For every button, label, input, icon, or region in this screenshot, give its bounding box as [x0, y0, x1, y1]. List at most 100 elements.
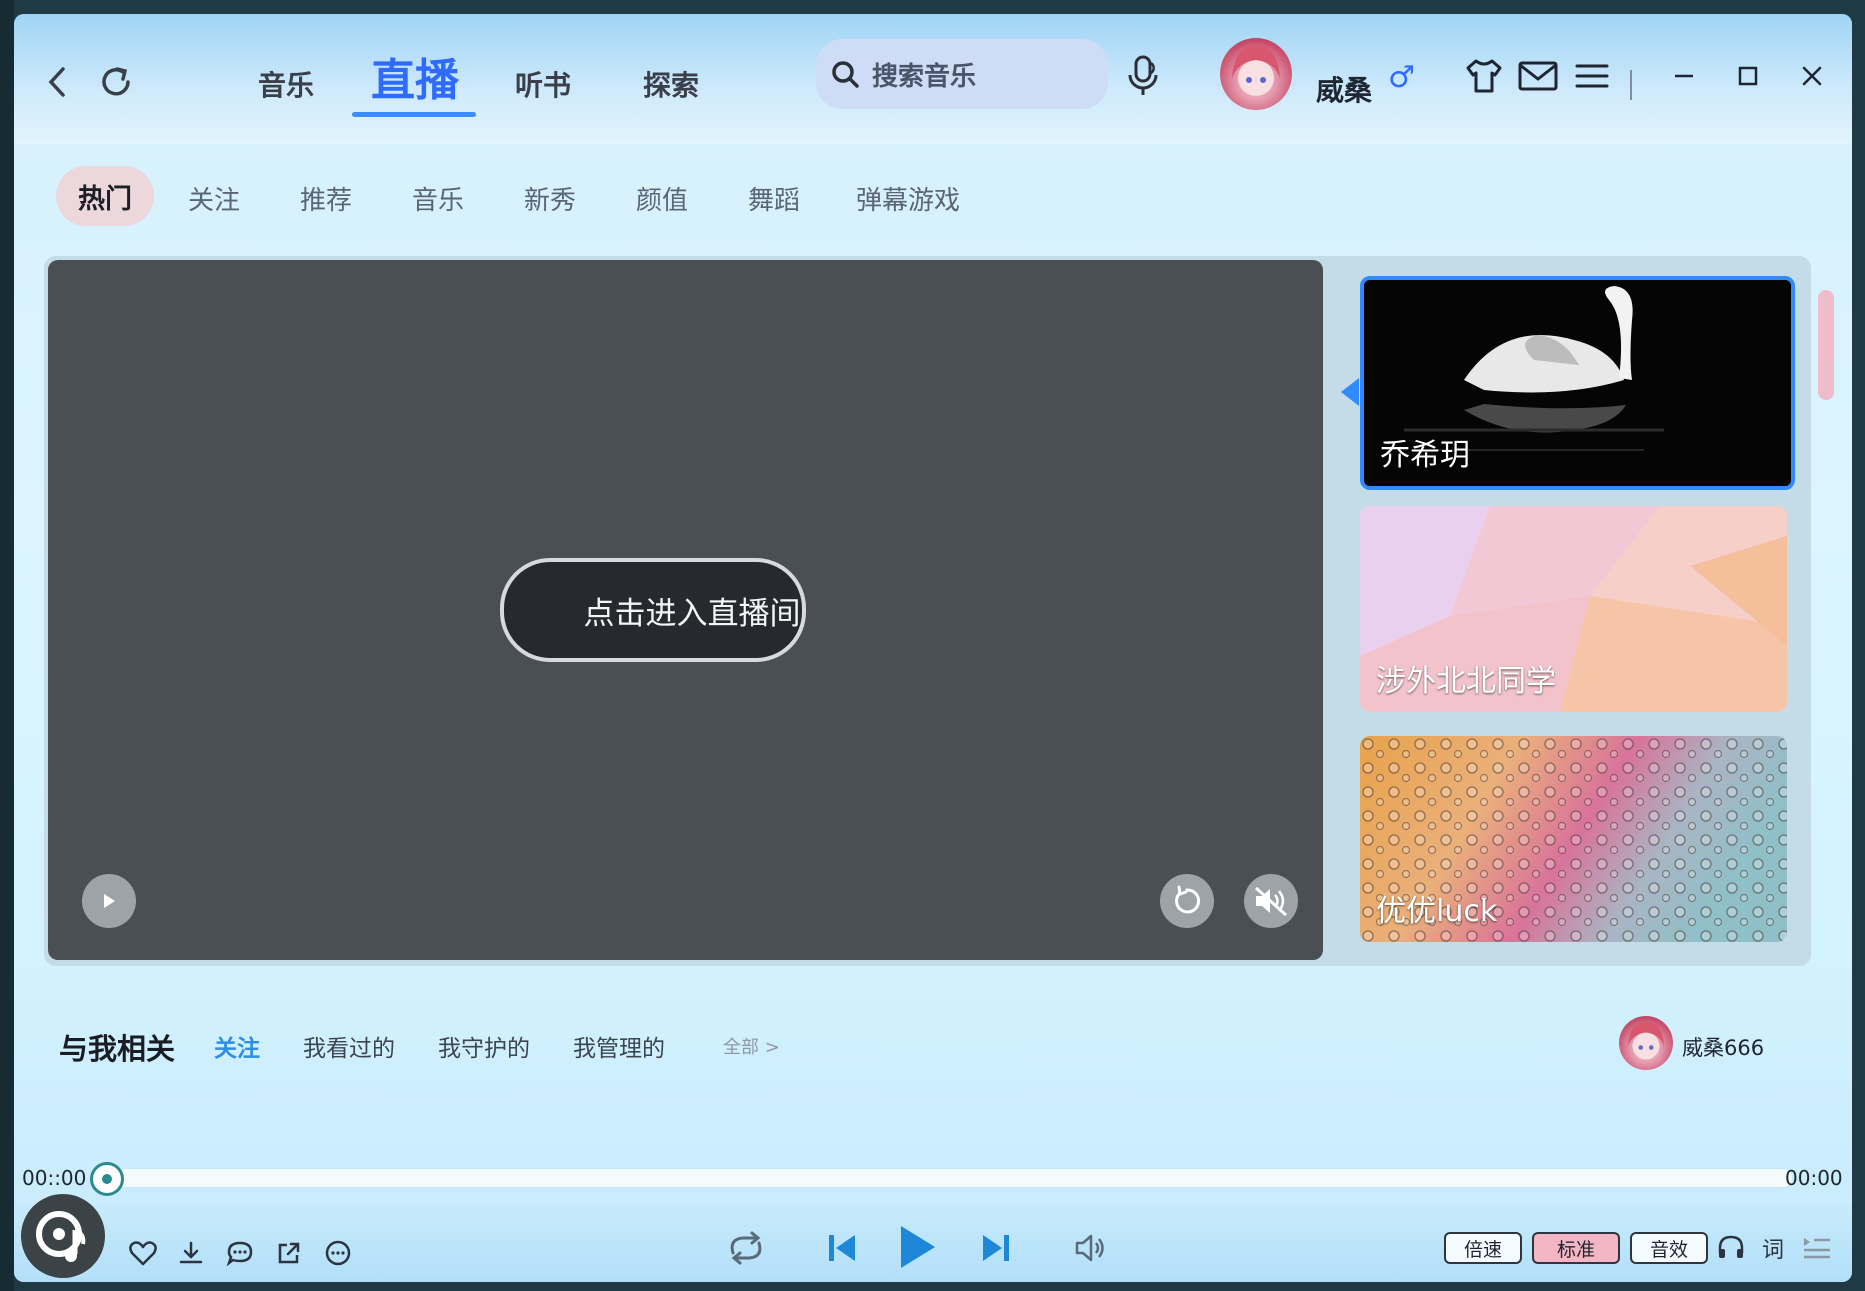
sound-effect-button[interactable]: 音效	[1630, 1232, 1708, 1264]
total-time: 00:00	[1785, 1166, 1843, 1190]
app-window: 音乐 直播 听书 探索 搜索音乐 威桑 ♂ 热门 关注 推荐 音乐 新秀 颜值 …	[14, 14, 1852, 1282]
next-icon	[983, 1235, 1009, 1261]
live-player[interactable]: 点击进入直播间	[48, 260, 1323, 960]
download-icon	[179, 1241, 203, 1264]
play-icon	[901, 1226, 935, 1268]
category-music[interactable]: 音乐	[412, 180, 464, 217]
category-looks[interactable]: 颜值	[636, 180, 688, 217]
selected-card-pointer	[1341, 378, 1359, 406]
messages-button[interactable]	[1514, 52, 1562, 100]
share-button[interactable]	[272, 1236, 306, 1270]
related-tab-watched[interactable]: 我看过的	[303, 1029, 395, 1063]
search-input[interactable]: 搜索音乐	[816, 39, 1108, 109]
comment-button[interactable]	[223, 1236, 257, 1270]
tab-live[interactable]: 直播	[371, 44, 459, 108]
progress-handle-dot	[102, 1174, 112, 1184]
avatar-image	[1628, 1022, 1664, 1060]
top-bar: 音乐 直播 听书 探索 搜索音乐 威桑 ♂	[14, 14, 1852, 144]
category-recommend[interactable]: 推荐	[300, 180, 352, 217]
mail-icon	[1518, 61, 1558, 91]
quality-button[interactable]: 标准	[1532, 1232, 1620, 1264]
volume-button[interactable]	[1066, 1224, 1114, 1272]
skin-button[interactable]	[1460, 52, 1508, 100]
username[interactable]: 威桑	[1316, 69, 1372, 109]
search-icon	[832, 61, 859, 88]
lyrics-button[interactable]: 词	[1762, 1232, 1784, 1264]
related-title: 与我相关	[59, 1032, 176, 1066]
play-icon	[104, 894, 115, 908]
close-icon	[1802, 66, 1822, 86]
live-list-scrollbar[interactable]	[1818, 290, 1834, 400]
tab-audiobook[interactable]: 听书	[515, 64, 571, 104]
live-card-1-name: 乔希玥	[1380, 438, 1470, 473]
tab-music[interactable]: 音乐	[258, 64, 314, 104]
refresh-button[interactable]	[94, 60, 138, 104]
related-user-name[interactable]: 威桑666	[1682, 1032, 1764, 1062]
download-button[interactable]	[174, 1236, 208, 1270]
player-mute-button[interactable]	[1244, 874, 1298, 928]
live-card-3[interactable]: 优优luck	[1360, 736, 1787, 942]
refresh-icon	[102, 67, 130, 96]
related-tab-guarded[interactable]: 我守护的	[438, 1029, 530, 1063]
back-button[interactable]	[36, 60, 80, 104]
main-menu-button[interactable]	[1568, 52, 1616, 100]
live-card-2[interactable]: 涉外北北同学	[1360, 506, 1787, 712]
current-time: 00::00	[22, 1166, 87, 1190]
listen-together-button[interactable]	[1714, 1230, 1748, 1264]
related-tab-managed[interactable]: 我管理的	[573, 1029, 665, 1063]
comment-icon	[226, 1241, 253, 1266]
toolbar-divider	[1630, 70, 1632, 100]
enter-live-room-button[interactable]: 点击进入直播间	[500, 558, 806, 662]
shirt-icon	[1466, 59, 1502, 93]
related-tab-follow[interactable]: 关注	[214, 1029, 260, 1063]
close-button[interactable]	[1790, 54, 1834, 98]
voice-search-button[interactable]	[1120, 50, 1168, 102]
progress-bar[interactable]	[107, 1168, 1793, 1188]
previous-icon	[829, 1235, 855, 1261]
more-icon	[325, 1240, 351, 1266]
repeat-mode-button[interactable]	[722, 1224, 770, 1272]
speed-button[interactable]: 倍速	[1444, 1232, 1522, 1264]
music-disc-icon	[36, 1211, 86, 1262]
play-pause-button[interactable]	[886, 1216, 948, 1278]
player-reload-button[interactable]	[1160, 874, 1214, 928]
minimize-icon	[1675, 74, 1693, 78]
reload-icon	[1175, 885, 1201, 914]
user-avatar[interactable]	[1220, 38, 1292, 110]
live-card-3-name: 优优luck	[1376, 894, 1498, 929]
next-track-button[interactable]	[972, 1224, 1020, 1272]
minimize-button[interactable]	[1662, 54, 1706, 98]
active-tab-underline	[352, 112, 476, 117]
live-card-2-name: 涉外北北同学	[1376, 664, 1556, 699]
category-newcomer[interactable]: 新秀	[524, 180, 576, 217]
share-icon	[278, 1242, 300, 1264]
menu-icon	[1575, 64, 1609, 88]
now-playing-cover[interactable]	[21, 1194, 105, 1278]
playlist-button[interactable]	[1800, 1230, 1834, 1264]
maximize-icon	[1738, 66, 1758, 86]
category-hot[interactable]: 热门	[56, 166, 154, 226]
player-play-button[interactable]	[82, 874, 136, 928]
microphone-icon	[1128, 55, 1158, 95]
related-view-all-link[interactable]: 全部 >	[723, 1033, 780, 1059]
category-follow[interactable]: 关注	[188, 180, 240, 217]
volume-icon	[1075, 1234, 1104, 1262]
related-user-avatar[interactable]	[1619, 1016, 1673, 1070]
desktop-edge	[0, 0, 14, 1291]
category-dance[interactable]: 舞蹈	[748, 180, 800, 217]
headphones-icon	[1718, 1235, 1744, 1258]
enter-live-room-label: 点击进入直播间	[583, 595, 801, 632]
gender-icon: ♂	[1388, 60, 1415, 95]
back-icon	[48, 67, 65, 97]
tab-explore[interactable]: 探索	[643, 64, 699, 104]
heart-icon	[129, 1241, 157, 1266]
category-danmaku-games[interactable]: 弹幕游戏	[856, 180, 960, 217]
previous-track-button[interactable]	[818, 1224, 866, 1272]
soundwave-icon	[508, 591, 571, 629]
progress-handle[interactable]	[90, 1162, 124, 1196]
like-button[interactable]	[126, 1236, 160, 1270]
live-card-1[interactable]: 乔希玥	[1360, 276, 1795, 490]
repeat-icon	[730, 1231, 762, 1265]
more-button[interactable]	[321, 1236, 355, 1270]
maximize-button[interactable]	[1726, 54, 1770, 98]
